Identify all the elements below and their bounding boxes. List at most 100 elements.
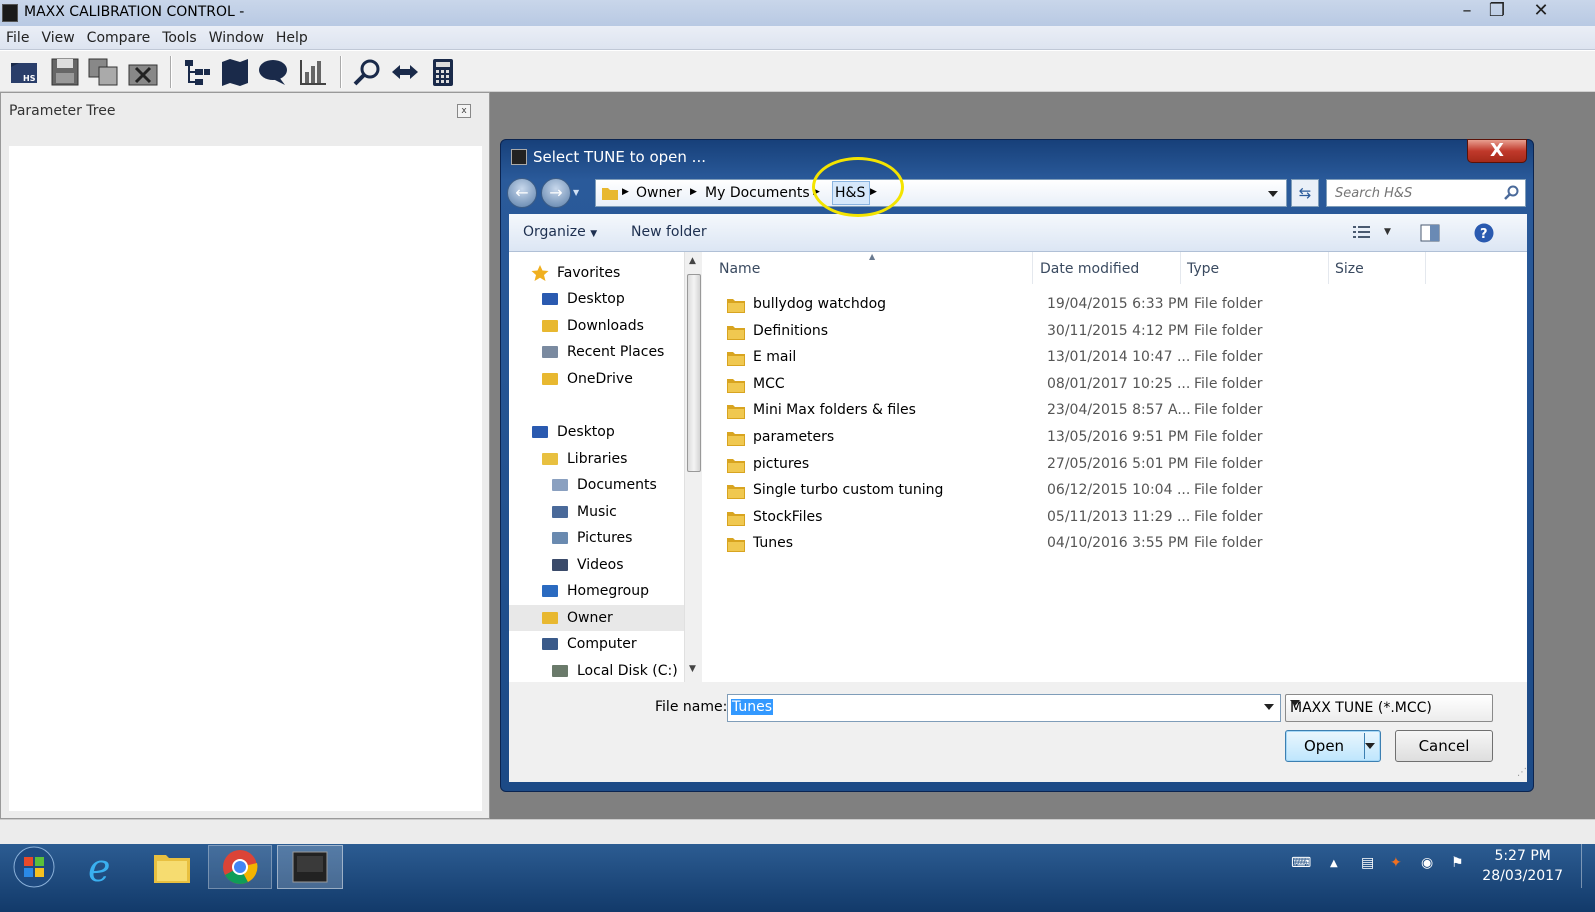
nav-item-downloads[interactable]: Downloads [509, 313, 684, 339]
search-input[interactable] [1327, 180, 1497, 207]
save-icon[interactable] [48, 55, 82, 89]
column-divider[interactable] [1180, 252, 1181, 284]
network-icon[interactable]: ▤ [1361, 855, 1374, 871]
nav-item-computer[interactable]: Computer [509, 631, 684, 657]
nav-item-local-disk-c[interactable]: Local Disk (C:) [509, 658, 684, 682]
menu-tools[interactable]: Tools [156, 26, 203, 50]
file-row[interactable]: Definitions 30/11/2015 4:12 PM File folder [703, 319, 1523, 345]
chart-icon[interactable] [296, 55, 330, 89]
organize-button[interactable]: Organize ▼ [523, 224, 597, 240]
start-orb-icon[interactable] [2, 845, 66, 889]
column-header-name[interactable]: Name [719, 261, 760, 277]
resize-grip-icon[interactable]: ⋰ [1517, 767, 1527, 778]
file-row[interactable]: MCC 08/01/2017 10:25 ... File folder [703, 372, 1523, 398]
breadcrumb-arrow-icon[interactable]: ▶ [690, 187, 697, 197]
breadcrumb-my-documents[interactable]: My Documents [705, 185, 810, 201]
restore-icon[interactable]: ❐ [1482, 0, 1512, 24]
keyboard-icon[interactable]: ⌨ [1291, 855, 1311, 871]
system-clock[interactable]: 5:27 PM 28/03/2017 [1482, 846, 1563, 886]
open-button[interactable]: Open [1285, 730, 1381, 762]
new-folder-button[interactable]: New folder [631, 224, 707, 240]
action-center-flag-icon[interactable]: ⚑ [1451, 855, 1464, 871]
help-icon[interactable]: ? [1474, 223, 1494, 243]
copy-icon[interactable] [86, 55, 120, 89]
column-header-date-modified[interactable]: Date modified [1040, 261, 1139, 277]
file-name-value[interactable]: Tunes [731, 699, 774, 715]
chrome-icon[interactable] [208, 845, 272, 889]
nav-item-recent-places[interactable]: Recent Places [509, 339, 684, 365]
menu-window[interactable]: Window [203, 26, 270, 50]
recent-locations-chevron-icon[interactable]: ▼ [573, 188, 579, 197]
cancel-button[interactable]: Cancel [1395, 730, 1493, 762]
close-icon[interactable]: ✕ [1526, 0, 1556, 24]
file-explorer-icon[interactable] [140, 845, 204, 889]
scrollbar-thumb[interactable] [687, 274, 701, 472]
show-hidden-icons-icon[interactable]: ▲ [1330, 858, 1338, 869]
scroll-up-icon[interactable]: ▲ [689, 256, 696, 266]
nav-item-onedrive[interactable]: OneDrive [509, 366, 684, 392]
column-divider[interactable] [1425, 252, 1426, 284]
internet-explorer-icon[interactable]: e [72, 845, 136, 889]
refresh-icon[interactable]: ⇆ [1291, 179, 1319, 207]
open-options-dropdown-icon[interactable] [1365, 743, 1375, 749]
breadcrumb-arrow-icon[interactable]: ▶ [622, 187, 629, 197]
show-desktop-button[interactable] [1581, 844, 1595, 888]
search-icon[interactable] [1503, 185, 1519, 201]
tree-icon[interactable] [180, 55, 214, 89]
volume-icon[interactable]: ◉ [1421, 855, 1433, 871]
breadcrumb-owner[interactable]: Owner [636, 185, 682, 201]
nav-item-desktop[interactable]: Desktop [509, 419, 684, 445]
file-row[interactable]: pictures 27/05/2016 5:01 PM File folder [703, 452, 1523, 478]
forward-arrow-icon[interactable]: → [541, 178, 571, 208]
chat-icon[interactable] [256, 55, 290, 89]
file-row[interactable]: Mini Max folders & files 23/04/2015 8:57 … [703, 398, 1523, 424]
close-file-icon[interactable] [126, 55, 160, 89]
nav-item-music[interactable]: Music [509, 499, 684, 525]
open-tune-icon[interactable]: HS [8, 55, 42, 89]
column-divider[interactable] [1328, 252, 1329, 284]
search-box[interactable] [1326, 179, 1526, 207]
nav-item-desktop[interactable]: Desktop [509, 286, 684, 312]
security-icon[interactable]: ✦ [1390, 855, 1402, 871]
file-row[interactable]: Tunes 04/10/2016 3:55 PM File folder [703, 531, 1523, 557]
address-dropdown-icon[interactable] [1268, 191, 1278, 197]
file-row[interactable]: bullydog watchdog 19/04/2015 6:33 PM File … [703, 292, 1523, 318]
view-options-dropdown-icon[interactable]: ▼ [1384, 227, 1391, 237]
file-row[interactable]: Single turbo custom tuning 06/12/2015 10:… [703, 478, 1523, 504]
menu-help[interactable]: Help [270, 26, 314, 50]
compare-arrows-icon[interactable] [388, 55, 422, 89]
menu-file[interactable]: File [0, 26, 35, 50]
nav-item-favorites[interactable]: Favorites [509, 260, 684, 286]
nav-scrollbar[interactable]: ▲ ▼ [684, 252, 702, 682]
dialog-close-button[interactable]: X [1467, 139, 1527, 163]
file-row[interactable]: parameters 13/05/2016 9:51 PM File folder [703, 425, 1523, 451]
nav-item-pictures[interactable]: Pictures [509, 525, 684, 551]
file-name-input[interactable]: Tunes [727, 694, 1281, 722]
menu-compare[interactable]: Compare [81, 26, 157, 50]
panel-close-icon[interactable]: x [457, 104, 471, 118]
column-header-size[interactable]: Size [1335, 261, 1364, 277]
file-row[interactable]: E mail 13/01/2014 10:47 ... File folder [703, 345, 1523, 371]
nav-item-documents[interactable]: Documents [509, 472, 684, 498]
nav-item-homegroup[interactable]: Homegroup [509, 578, 684, 604]
column-divider[interactable] [1032, 252, 1033, 284]
map-book-icon[interactable] [218, 55, 252, 89]
menu-view[interactable]: View [35, 26, 80, 50]
address-bar[interactable]: ▶ Owner ▶ My Documents ▶ H&S ▶ [595, 179, 1287, 207]
back-arrow-icon[interactable]: ← [507, 178, 537, 208]
file-type-dropdown-icon[interactable] [1290, 700, 1300, 706]
column-header-type[interactable]: Type [1187, 261, 1219, 277]
file-name-dropdown-icon[interactable] [1264, 704, 1274, 710]
nav-item-owner[interactable]: Owner [509, 605, 684, 631]
preview-pane-icon[interactable] [1420, 224, 1440, 242]
nav-item-libraries[interactable]: Libraries [509, 446, 684, 472]
maxx-app-icon[interactable] [277, 845, 343, 889]
parameter-tree-view[interactable] [9, 146, 482, 811]
scroll-down-icon[interactable]: ▼ [689, 664, 696, 674]
calculator-icon[interactable] [426, 55, 460, 89]
file-type-select[interactable]: MAXX TUNE (*.MCC) [1285, 694, 1493, 722]
file-row[interactable]: StockFiles 05/11/2013 11:29 ... File folde… [703, 505, 1523, 531]
minimize-icon[interactable]: – [1452, 0, 1482, 24]
view-options-icon[interactable] [1353, 225, 1373, 241]
search-zoom-icon[interactable] [350, 55, 384, 89]
